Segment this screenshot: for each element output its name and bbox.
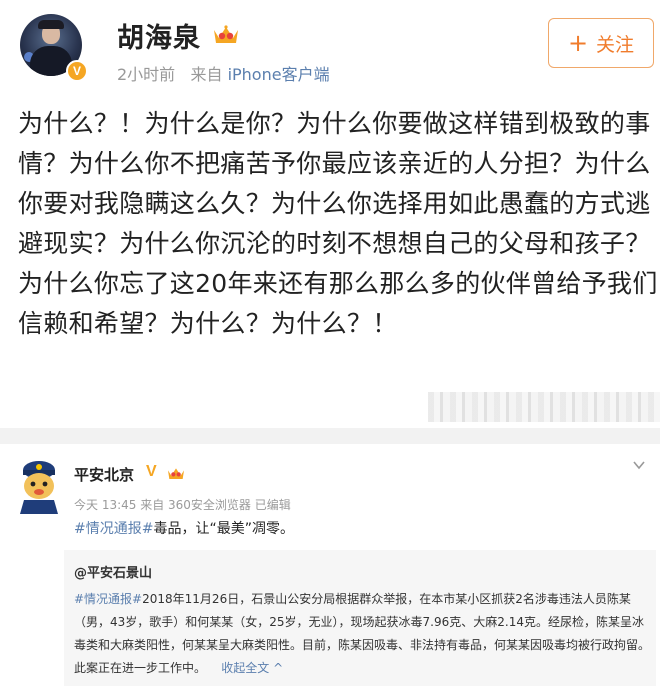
follow-button[interactable]: + 关注 bbox=[548, 18, 654, 68]
username[interactable]: 胡海泉 bbox=[117, 16, 201, 55]
vip-crown-icon bbox=[214, 25, 238, 43]
post-time: 2小时前 bbox=[117, 65, 176, 84]
weibo-post-secondary: 平安北京 V 今天 13:45 来自 360安全浏览器 已编辑 #情况通报#毒品… bbox=[0, 444, 660, 686]
content-text: 毒品，让“最美”凋零。 bbox=[153, 521, 294, 537]
post-content: 为什么？！为什么是你？为什么你要做这样错到极致的事情？为什么你不把痛苦予你最应该… bbox=[18, 109, 658, 338]
police-mascot-avatar[interactable] bbox=[14, 456, 64, 514]
verified-badge-icon bbox=[66, 60, 88, 82]
vip-crown-icon bbox=[168, 468, 184, 479]
post-meta: 2小时前 来自 iPhone客户端 bbox=[117, 61, 330, 85]
topic-tag[interactable]: #情况通报# bbox=[74, 521, 153, 537]
plus-icon: + bbox=[567, 29, 589, 57]
repost-content: #情况通报#2018年11月26日，石景山公安分局根据群众举报，在本市某小区抓获… bbox=[74, 588, 650, 680]
username[interactable]: 平安北京 bbox=[74, 464, 134, 485]
avatar-hat bbox=[38, 20, 64, 29]
repost-username[interactable]: @平安石景山 bbox=[74, 562, 152, 581]
post-meta: 今天 13:45 来自 360安全浏览器 已编辑 bbox=[74, 498, 291, 512]
divider bbox=[0, 428, 660, 444]
collapse-text-link[interactable]: 收起全文 ^ bbox=[221, 661, 283, 675]
verified-v-icon: V bbox=[146, 463, 157, 480]
blurred-region bbox=[428, 392, 660, 422]
repost-card: @平安石景山 #情况通报#2018年11月26日，石景山公安分局根据群众举报，在… bbox=[64, 550, 656, 686]
repost-body: 2018年11月26日，石景山公安分局根据群众举报，在本市某小区抓获2名涉毒违法… bbox=[74, 592, 651, 675]
repost-topic-tag[interactable]: #情况通报# bbox=[74, 592, 142, 606]
follow-label: 关注 bbox=[596, 33, 635, 56]
source-prefix: 来自 bbox=[190, 65, 223, 84]
post-content: #情况通报#毒品，让“最美”凋零。 bbox=[74, 518, 294, 538]
chevron-down-icon[interactable] bbox=[632, 458, 646, 472]
weibo-post-main: 胡海泉 2小时前 来自 iPhone客户端 + 关注 为什么？！为什么是你？为什… bbox=[0, 0, 660, 422]
post-source-link[interactable]: iPhone客户端 bbox=[228, 65, 330, 84]
